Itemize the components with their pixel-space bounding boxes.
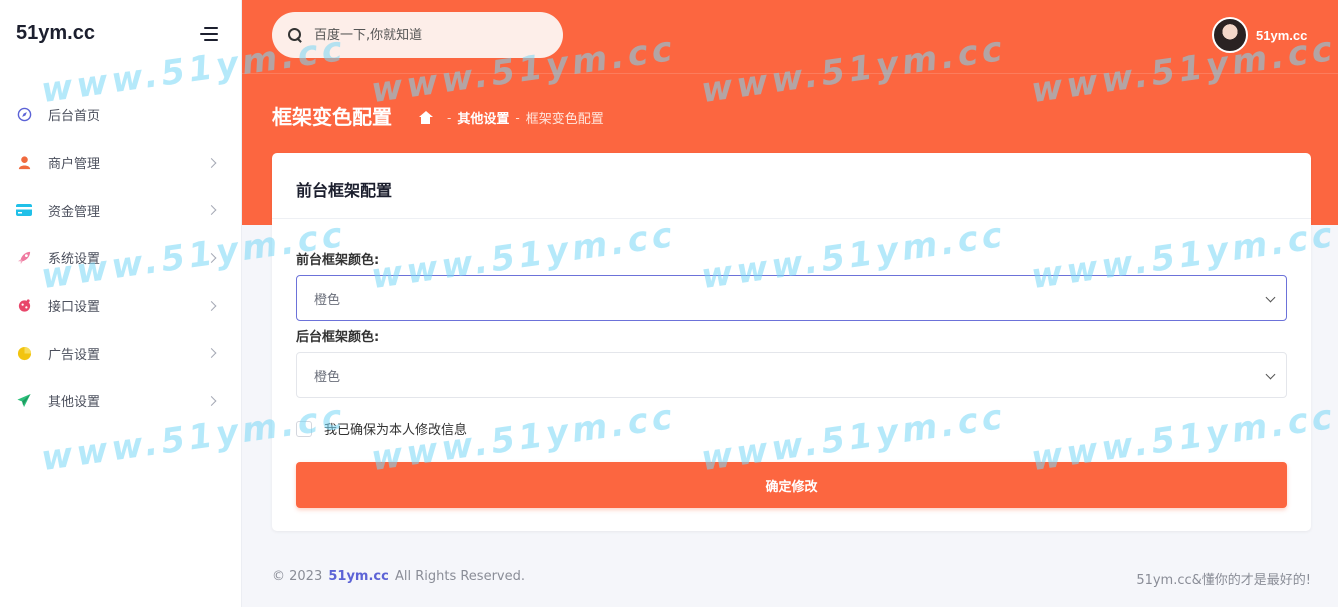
user-menu[interactable]: 51ym.cc: [1212, 17, 1307, 53]
sidebar-item-label: 系统设置: [48, 252, 101, 268]
back-color-select[interactable]: 橙色: [296, 352, 1287, 398]
back-color-value: 橙色: [314, 369, 341, 385]
user-icon: [16, 155, 32, 171]
footer-brand-link[interactable]: 51ym.cc: [328, 569, 388, 584]
chevron-right-icon: [206, 300, 217, 311]
breadcrumb-separator: -: [447, 110, 452, 125]
chevron-right-icon: [206, 205, 217, 216]
search-box[interactable]: [272, 12, 563, 58]
search-input[interactable]: [314, 27, 544, 43]
chevron-down-icon: [1265, 369, 1276, 380]
user-name[interactable]: 51ym.cc: [1256, 28, 1307, 43]
pie-icon: [16, 345, 32, 361]
footer-slogan: 51ym.cc&懂你的才是最好的!: [1136, 573, 1311, 588]
send-icon: [16, 393, 32, 409]
search-icon[interactable]: [288, 28, 302, 42]
front-color-label: 前台框架颜色:: [296, 253, 380, 268]
front-color-select[interactable]: 橙色: [296, 275, 1287, 321]
sidebar-item-label: 广告设置: [48, 347, 101, 363]
chevron-right-icon: [206, 157, 217, 168]
back-color-label: 后台框架颜色:: [296, 330, 380, 345]
breadcrumb-parent[interactable]: 其他设置: [457, 108, 509, 127]
front-color-value: 橙色: [314, 292, 341, 308]
sidebar-item-system[interactable]: 系统设置: [0, 234, 242, 282]
page-title: 框架变色配置: [272, 105, 392, 129]
confirm-row[interactable]: 我已确保为本人修改信息: [296, 419, 467, 438]
chevron-right-icon: [206, 252, 217, 263]
sidebar-item-label: 商户管理: [48, 157, 101, 173]
brand-logo[interactable]: 51ym.cc: [16, 22, 95, 45]
chevron-right-icon: [206, 396, 217, 406]
sidebar-item-merchants[interactable]: 商户管理: [0, 139, 242, 187]
home-icon[interactable]: [418, 111, 433, 124]
bug-icon: [16, 298, 32, 314]
config-card: 前台框架配置 前台框架颜色: 橙色 后台框架颜色: 橙色 我已确保为本人修改信息…: [272, 153, 1311, 531]
sidebar-item-funds[interactable]: 资金管理: [0, 186, 242, 234]
copyright-suffix: All Rights Reserved.: [394, 569, 525, 584]
copyright-prefix: © 2023: [272, 569, 323, 584]
card-title: 前台框架配置: [272, 153, 1311, 219]
sidebar-item-other[interactable]: 其他设置: [0, 377, 242, 425]
confirm-checkbox[interactable]: [296, 420, 312, 437]
sidebar-item-label: 后台首页: [48, 109, 101, 125]
sidebar-item-label: 其他设置: [48, 395, 101, 411]
compass-icon: [16, 107, 32, 123]
rocket-icon: [16, 250, 32, 266]
footer-copyright: © 2023 51ym.cc All Rights Reserved.: [272, 569, 525, 584]
confirm-label[interactable]: 我已确保为本人修改信息: [324, 419, 467, 438]
sidebar-item-api[interactable]: 接口设置: [0, 282, 242, 330]
sidebar-item-label: 资金管理: [48, 204, 101, 220]
sidebar-item-ads[interactable]: 广告设置: [0, 329, 242, 377]
submit-button[interactable]: 确定修改: [296, 462, 1287, 508]
sidebar-item-label: 接口设置: [48, 300, 101, 316]
sidebar-nav: 后台首页 商户管理 资金管理 系统设置 接口设置 广告设置 其他设置: [0, 91, 242, 425]
avatar[interactable]: [1212, 17, 1248, 53]
sidebar-item-home[interactable]: 后台首页: [0, 91, 242, 139]
breadcrumb-separator: -: [515, 110, 520, 125]
chevron-right-icon: [206, 348, 217, 359]
breadcrumb: - 其他设置 - 框架变色配置: [418, 108, 604, 127]
chevron-down-icon: [1265, 292, 1276, 303]
menu-toggle-icon[interactable]: [198, 26, 218, 42]
card-icon: [16, 202, 32, 218]
sidebar: 51ym.cc 后台首页 商户管理 资金管理 系统设置 接口设置 广告设置 其他…: [0, 0, 242, 607]
header-divider: [242, 73, 1338, 74]
breadcrumb-current: 框架变色配置: [525, 112, 604, 127]
